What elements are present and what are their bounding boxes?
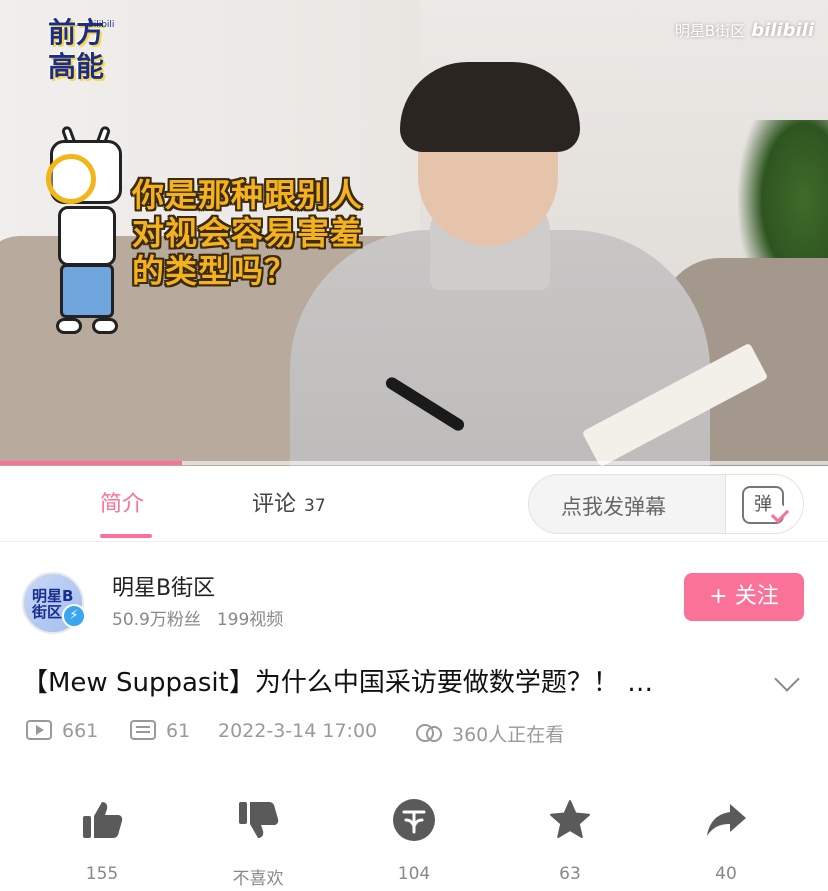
coin-icon (393, 799, 435, 841)
danmaku-bar: 点我发弹幕 弹 (528, 474, 804, 534)
caption-line-2: 对视会容易害羞 (132, 214, 364, 252)
video-caption: 你是那种跟别人 对视会容易害羞 的类型吗？ (132, 176, 392, 290)
coin-count: 104 (397, 864, 431, 884)
share-count: 40 (715, 864, 737, 884)
tab-comments[interactable]: 评论 37 (252, 486, 326, 518)
danmaku-count-value: 61 (166, 720, 191, 742)
mascot-pants (60, 264, 114, 318)
tab-active-indicator (100, 534, 152, 538)
like-button[interactable]: 155 (42, 790, 162, 891)
video-count: 199视频 (216, 610, 284, 630)
mascot-shoe-left (56, 318, 82, 334)
mascot-shirt (58, 206, 116, 266)
mascot-illustration (44, 122, 128, 340)
video-watermark: 明星B街区 bilibili (675, 20, 814, 41)
magnifier-icon (46, 154, 96, 204)
watermark-channel: 明星B街区 (674, 22, 746, 40)
danmaku-list-icon (130, 720, 156, 740)
play-icon (26, 720, 52, 740)
people-icon (414, 724, 444, 744)
tab-comments-count: 37 (304, 496, 326, 516)
caption-line-3: 的类型吗？ (132, 252, 298, 290)
dislike-label: 不喜欢 (232, 869, 284, 889)
progress-fill (0, 461, 183, 465)
tab-comments-label: 评论 (252, 492, 297, 517)
watching-count: 360人正在看 (414, 720, 564, 747)
watermark-brand: bilibili (751, 20, 814, 41)
show-logo-line2: 高能 (47, 50, 104, 83)
dislike-button[interactable]: 不喜欢 (198, 790, 318, 891)
danmaku-toggle-button[interactable]: 弹 (726, 475, 803, 533)
tab-intro[interactable]: 简介 (100, 486, 144, 518)
publish-date: 2022-3-14 17:00 (218, 720, 378, 742)
mascot-shoe-right (92, 318, 118, 334)
video-player[interactable]: 前方 高能 bilibili 明星B街区 bilibili 你是那种跟别人 对视会… (0, 0, 828, 466)
danmaku-input[interactable]: 点我发弹幕 (561, 491, 666, 521)
video-title: 【Mew Suppasit】为什么中国采访要做数学题？！ … (22, 668, 654, 698)
star-icon (550, 800, 590, 838)
uploader-meta: 50.9万粉丝 199视频 (112, 605, 283, 630)
watching-count-value: 360人正在看 (452, 724, 565, 746)
chevron-down-icon[interactable] (774, 666, 800, 692)
share-icon (707, 804, 746, 836)
uploader-name[interactable]: 明星B街区 (112, 570, 215, 602)
thumb-down-icon (239, 802, 279, 838)
follow-button[interactable]: + 关注 (684, 573, 804, 621)
follower-count: 50.9万粉丝 (112, 610, 201, 630)
favorite-count: 63 (559, 864, 581, 884)
play-count: 661 (26, 720, 98, 742)
favorite-button[interactable]: 63 (510, 790, 630, 891)
share-button[interactable]: 40 (666, 790, 786, 891)
danmaku-count: 61 (130, 720, 190, 742)
coin-button[interactable]: 104 (354, 790, 474, 891)
lightning-icon: ⚡ (62, 604, 86, 628)
action-bar: 155 不喜欢 104 63 40 (0, 790, 828, 891)
caption-line-1: 你是那种跟别人 (132, 176, 364, 214)
show-logo-small: bilibili (88, 20, 115, 30)
tab-bar: 简介 评论 37 点我发弹幕 弹 (0, 466, 828, 542)
video-person-hair (400, 62, 580, 152)
thumb-up-icon (83, 802, 123, 838)
play-count-value: 661 (62, 720, 99, 742)
like-count: 155 (85, 864, 119, 884)
